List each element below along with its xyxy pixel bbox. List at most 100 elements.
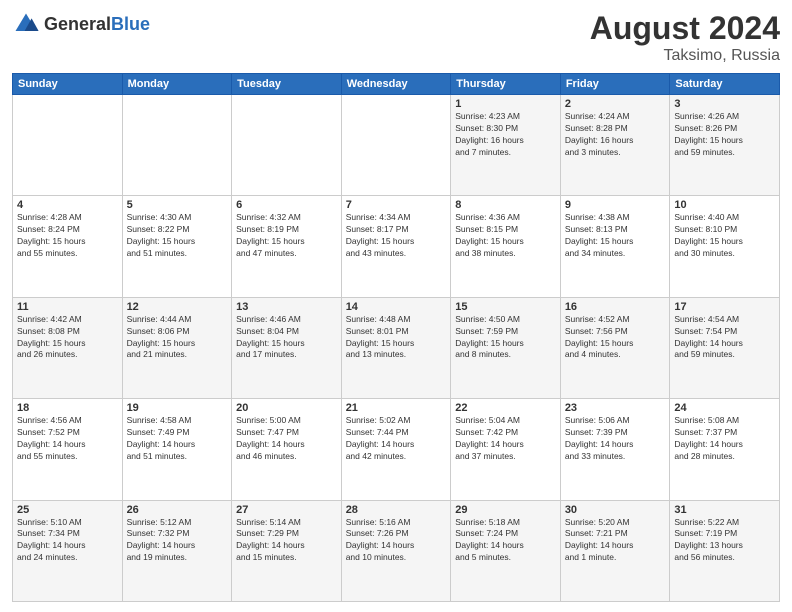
calendar-week-row: 1Sunrise: 4:23 AMSunset: 8:30 PMDaylight… — [13, 95, 780, 196]
calendar-week-row: 25Sunrise: 5:10 AMSunset: 7:34 PMDayligh… — [13, 500, 780, 601]
weekday-header-tuesday: Tuesday — [232, 74, 342, 95]
calendar-cell: 24Sunrise: 5:08 AMSunset: 7:37 PMDayligh… — [670, 399, 780, 500]
day-number: 10 — [674, 199, 775, 211]
weekday-header-thursday: Thursday — [451, 74, 561, 95]
calendar-cell: 30Sunrise: 5:20 AMSunset: 7:21 PMDayligh… — [560, 500, 670, 601]
day-info: Sunrise: 4:32 AMSunset: 8:19 PMDaylight:… — [236, 212, 337, 260]
day-number: 29 — [455, 504, 556, 516]
day-number: 7 — [346, 199, 447, 211]
day-number: 11 — [17, 301, 118, 313]
day-info: Sunrise: 4:54 AMSunset: 7:54 PMDaylight:… — [674, 314, 775, 362]
day-info: Sunrise: 4:52 AMSunset: 7:56 PMDaylight:… — [565, 314, 666, 362]
day-number: 23 — [565, 402, 666, 414]
day-info: Sunrise: 4:28 AMSunset: 8:24 PMDaylight:… — [17, 212, 118, 260]
day-number: 2 — [565, 98, 666, 110]
day-info: Sunrise: 4:50 AMSunset: 7:59 PMDaylight:… — [455, 314, 556, 362]
calendar-table: SundayMondayTuesdayWednesdayThursdayFrid… — [12, 73, 780, 602]
day-info: Sunrise: 4:46 AMSunset: 8:04 PMDaylight:… — [236, 314, 337, 362]
calendar-cell: 22Sunrise: 5:04 AMSunset: 7:42 PMDayligh… — [451, 399, 561, 500]
day-info: Sunrise: 4:34 AMSunset: 8:17 PMDaylight:… — [346, 212, 447, 260]
calendar-cell: 15Sunrise: 4:50 AMSunset: 7:59 PMDayligh… — [451, 297, 561, 398]
day-info: Sunrise: 4:36 AMSunset: 8:15 PMDaylight:… — [455, 212, 556, 260]
weekday-header-monday: Monday — [122, 74, 232, 95]
weekday-header-saturday: Saturday — [670, 74, 780, 95]
calendar-cell: 7Sunrise: 4:34 AMSunset: 8:17 PMDaylight… — [341, 196, 451, 297]
calendar-cell — [13, 95, 123, 196]
day-number: 12 — [127, 301, 228, 313]
calendar-cell: 2Sunrise: 4:24 AMSunset: 8:28 PMDaylight… — [560, 95, 670, 196]
day-info: Sunrise: 5:16 AMSunset: 7:26 PMDaylight:… — [346, 517, 447, 565]
logo-icon — [12, 10, 40, 38]
logo: GeneralBlue — [12, 10, 150, 38]
calendar-cell — [232, 95, 342, 196]
day-number: 27 — [236, 504, 337, 516]
day-info: Sunrise: 4:23 AMSunset: 8:30 PMDaylight:… — [455, 111, 556, 159]
day-info: Sunrise: 5:02 AMSunset: 7:44 PMDaylight:… — [346, 415, 447, 463]
calendar-cell: 14Sunrise: 4:48 AMSunset: 8:01 PMDayligh… — [341, 297, 451, 398]
day-number: 28 — [346, 504, 447, 516]
day-number: 14 — [346, 301, 447, 313]
calendar-cell: 16Sunrise: 4:52 AMSunset: 7:56 PMDayligh… — [560, 297, 670, 398]
calendar-week-row: 18Sunrise: 4:56 AMSunset: 7:52 PMDayligh… — [13, 399, 780, 500]
month-year: August 2024 — [590, 10, 780, 47]
day-info: Sunrise: 5:08 AMSunset: 7:37 PMDaylight:… — [674, 415, 775, 463]
calendar-cell: 31Sunrise: 5:22 AMSunset: 7:19 PMDayligh… — [670, 500, 780, 601]
day-number: 3 — [674, 98, 775, 110]
day-info: Sunrise: 4:44 AMSunset: 8:06 PMDaylight:… — [127, 314, 228, 362]
calendar-cell: 11Sunrise: 4:42 AMSunset: 8:08 PMDayligh… — [13, 297, 123, 398]
weekday-header-wednesday: Wednesday — [341, 74, 451, 95]
calendar-cell: 10Sunrise: 4:40 AMSunset: 8:10 PMDayligh… — [670, 196, 780, 297]
day-info: Sunrise: 4:38 AMSunset: 8:13 PMDaylight:… — [565, 212, 666, 260]
day-number: 18 — [17, 402, 118, 414]
day-info: Sunrise: 5:00 AMSunset: 7:47 PMDaylight:… — [236, 415, 337, 463]
calendar-cell: 12Sunrise: 4:44 AMSunset: 8:06 PMDayligh… — [122, 297, 232, 398]
day-number: 6 — [236, 199, 337, 211]
calendar-cell: 3Sunrise: 4:26 AMSunset: 8:26 PMDaylight… — [670, 95, 780, 196]
day-number: 4 — [17, 199, 118, 211]
calendar-cell: 26Sunrise: 5:12 AMSunset: 7:32 PMDayligh… — [122, 500, 232, 601]
day-info: Sunrise: 4:30 AMSunset: 8:22 PMDaylight:… — [127, 212, 228, 260]
location: Taksimo, Russia — [590, 47, 780, 65]
day-info: Sunrise: 5:18 AMSunset: 7:24 PMDaylight:… — [455, 517, 556, 565]
calendar-cell: 28Sunrise: 5:16 AMSunset: 7:26 PMDayligh… — [341, 500, 451, 601]
day-number: 21 — [346, 402, 447, 414]
day-number: 22 — [455, 402, 556, 414]
calendar-cell: 5Sunrise: 4:30 AMSunset: 8:22 PMDaylight… — [122, 196, 232, 297]
day-number: 17 — [674, 301, 775, 313]
calendar-cell: 4Sunrise: 4:28 AMSunset: 8:24 PMDaylight… — [13, 196, 123, 297]
calendar-cell — [341, 95, 451, 196]
day-info: Sunrise: 4:40 AMSunset: 8:10 PMDaylight:… — [674, 212, 775, 260]
calendar-cell: 6Sunrise: 4:32 AMSunset: 8:19 PMDaylight… — [232, 196, 342, 297]
logo-blue: Blue — [111, 14, 150, 34]
calendar-cell: 1Sunrise: 4:23 AMSunset: 8:30 PMDaylight… — [451, 95, 561, 196]
day-info: Sunrise: 4:58 AMSunset: 7:49 PMDaylight:… — [127, 415, 228, 463]
header: GeneralBlue August 2024 Taksimo, Russia — [12, 10, 780, 65]
calendar-cell: 20Sunrise: 5:00 AMSunset: 7:47 PMDayligh… — [232, 399, 342, 500]
calendar-cell: 17Sunrise: 4:54 AMSunset: 7:54 PMDayligh… — [670, 297, 780, 398]
calendar-cell — [122, 95, 232, 196]
weekday-header-friday: Friday — [560, 74, 670, 95]
day-number: 9 — [565, 199, 666, 211]
day-info: Sunrise: 5:14 AMSunset: 7:29 PMDaylight:… — [236, 517, 337, 565]
day-number: 8 — [455, 199, 556, 211]
calendar-week-row: 11Sunrise: 4:42 AMSunset: 8:08 PMDayligh… — [13, 297, 780, 398]
day-info: Sunrise: 4:56 AMSunset: 7:52 PMDaylight:… — [17, 415, 118, 463]
day-number: 26 — [127, 504, 228, 516]
calendar-cell: 18Sunrise: 4:56 AMSunset: 7:52 PMDayligh… — [13, 399, 123, 500]
day-number: 1 — [455, 98, 556, 110]
calendar-cell: 27Sunrise: 5:14 AMSunset: 7:29 PMDayligh… — [232, 500, 342, 601]
day-info: Sunrise: 5:20 AMSunset: 7:21 PMDaylight:… — [565, 517, 666, 565]
day-number: 13 — [236, 301, 337, 313]
weekday-header-row: SundayMondayTuesdayWednesdayThursdayFrid… — [13, 74, 780, 95]
calendar-cell: 25Sunrise: 5:10 AMSunset: 7:34 PMDayligh… — [13, 500, 123, 601]
day-number: 19 — [127, 402, 228, 414]
day-info: Sunrise: 5:06 AMSunset: 7:39 PMDaylight:… — [565, 415, 666, 463]
day-number: 25 — [17, 504, 118, 516]
calendar-cell: 23Sunrise: 5:06 AMSunset: 7:39 PMDayligh… — [560, 399, 670, 500]
day-info: Sunrise: 5:10 AMSunset: 7:34 PMDaylight:… — [17, 517, 118, 565]
day-number: 16 — [565, 301, 666, 313]
title-block: August 2024 Taksimo, Russia — [590, 10, 780, 65]
day-number: 24 — [674, 402, 775, 414]
day-number: 20 — [236, 402, 337, 414]
calendar-cell: 29Sunrise: 5:18 AMSunset: 7:24 PMDayligh… — [451, 500, 561, 601]
